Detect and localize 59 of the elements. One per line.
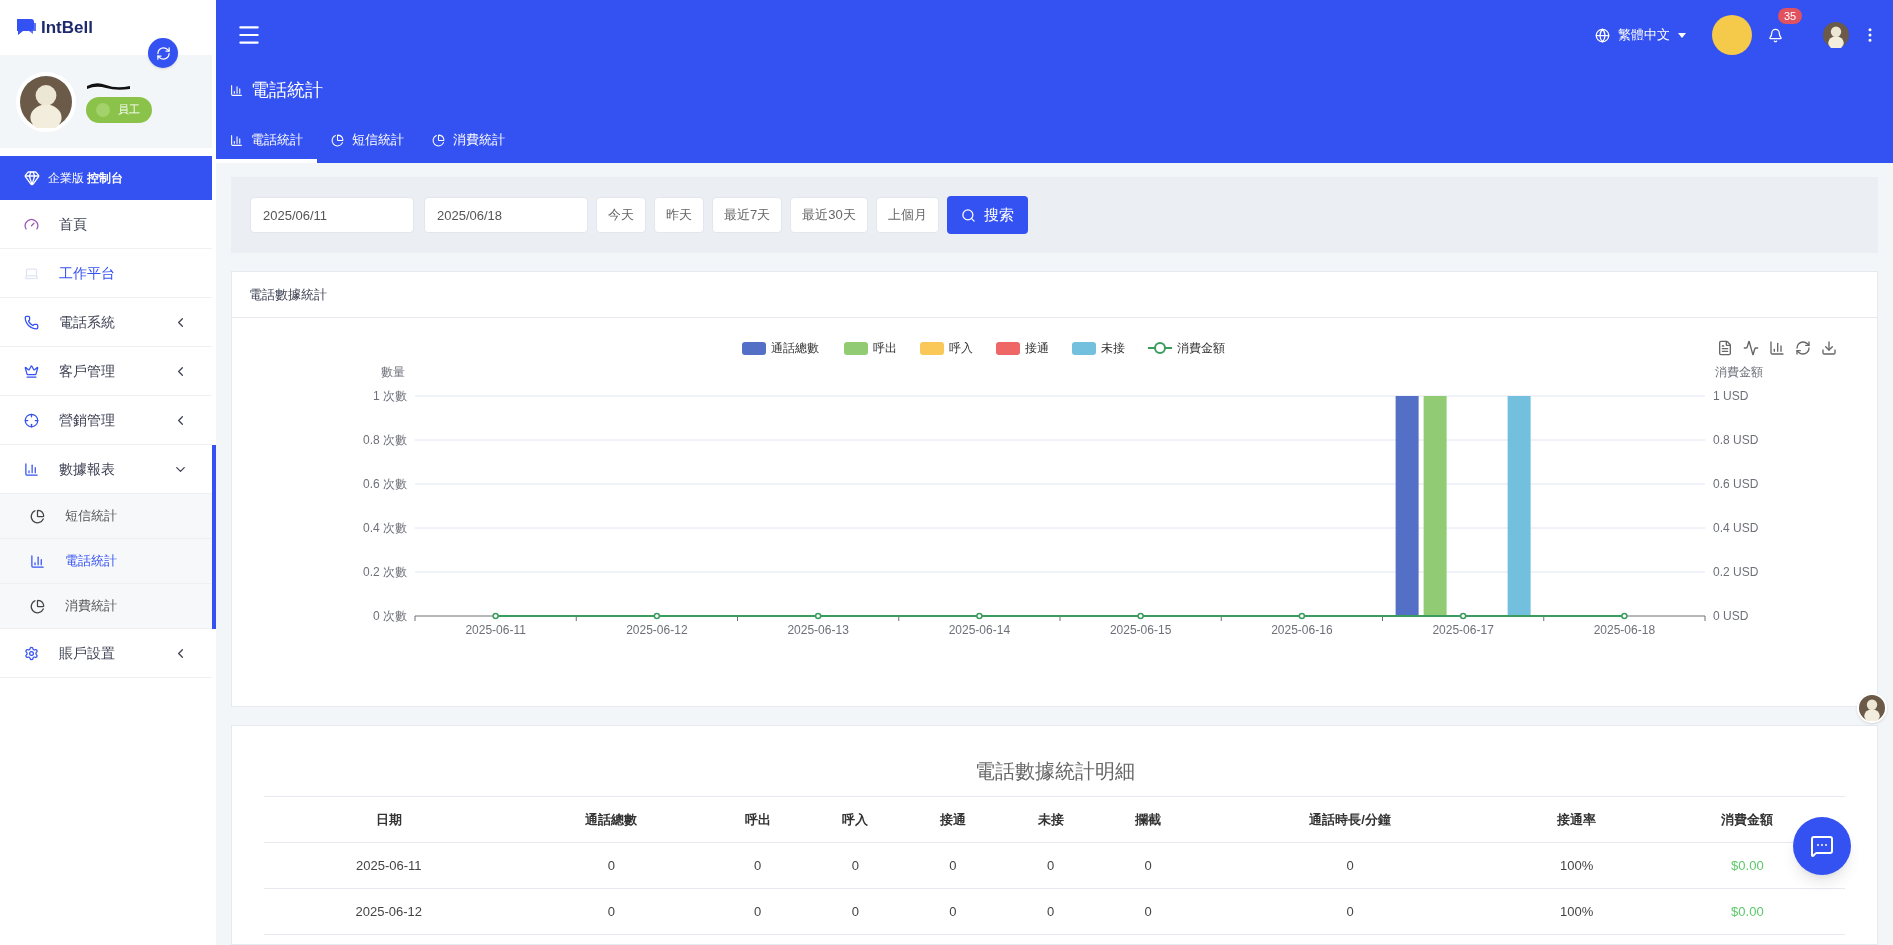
column-header: 呼入 xyxy=(806,796,905,843)
table-cell: 0 xyxy=(1144,857,1152,873)
axis-title: 數量 xyxy=(381,365,405,379)
tick-label: 0.2 USD xyxy=(1713,565,1759,579)
column-header: 日期 xyxy=(264,796,514,843)
column-header: 未接 xyxy=(1001,796,1100,843)
tick-label: 0.6 USD xyxy=(1713,477,1759,491)
table-cell: 0 xyxy=(1046,857,1055,873)
tick-label: 0.6 次數 xyxy=(363,477,407,491)
column-header: 接通率 xyxy=(1503,796,1650,843)
column-header: 呼出 xyxy=(708,796,807,843)
table-cell: 2025-06-11 xyxy=(356,857,422,873)
tick-label: 2025-06-14 xyxy=(948,623,1011,637)
table-cell: 100% xyxy=(1559,903,1594,919)
logo-text: IntBell xyxy=(41,16,93,39)
table-cell: $0.00 xyxy=(1731,903,1764,919)
column-header: 通話時長/分鐘 xyxy=(1196,796,1504,843)
table-cell: 0 xyxy=(1346,903,1354,919)
tick-label: 0.4 次數 xyxy=(363,521,407,535)
tick-label: 0 USD xyxy=(1713,609,1749,623)
tick-label: 2025-06-16 xyxy=(1271,623,1333,637)
column-header: 通話總數 xyxy=(513,796,709,843)
axis-title: 消費金額 xyxy=(1715,365,1763,379)
tick-label: 2025-06-12 xyxy=(626,623,688,637)
table-cell: 0 xyxy=(1346,857,1354,873)
page-title: 電話統計 xyxy=(251,78,323,102)
card-title: 電話數據統計 xyxy=(249,285,327,304)
column-header: 攔截 xyxy=(1099,796,1197,843)
table-cell: 0 xyxy=(949,857,957,873)
table-cell: 0 xyxy=(949,903,957,919)
table-cell: 0 xyxy=(1144,903,1152,919)
table-cell: 0 xyxy=(754,857,762,873)
tick-label: 0.8 USD xyxy=(1713,433,1759,447)
edition-label: 企業版 控制台 xyxy=(48,170,124,187)
tick-label: 2025-06-15 xyxy=(1109,623,1172,637)
tick-label: 1 次數 xyxy=(373,389,407,403)
table-cell: 0 xyxy=(851,903,859,919)
table-cell: 0 xyxy=(851,857,859,873)
tick-label: 0 次數 xyxy=(373,609,407,623)
tick-label: 2025-06-17 xyxy=(1432,623,1494,637)
tick-label: 2025-06-18 xyxy=(1593,623,1656,637)
table-cell: 2025-06-12 xyxy=(355,903,423,919)
notification-badge: 35 xyxy=(1778,7,1803,24)
tick-label: 2025-06-11 xyxy=(465,623,526,637)
table-cell: 0 xyxy=(607,903,615,919)
table-cell: 0 xyxy=(1046,903,1055,919)
role-badge: 員工 xyxy=(86,96,152,123)
column-header: 接通 xyxy=(904,796,1002,843)
table-title: 電話數據統計明細 xyxy=(974,760,1135,782)
tick-label: 1 USD xyxy=(1713,389,1749,403)
table-cell: $0.00 xyxy=(1731,857,1764,873)
tick-label: 2025-06-13 xyxy=(787,623,849,637)
tick-label: 0.8 次數 xyxy=(363,433,407,447)
table-cell: 100% xyxy=(1559,857,1594,873)
table-cell: 0 xyxy=(754,903,762,919)
tick-label: 0.4 USD xyxy=(1713,521,1759,535)
tick-label: 0.2 次數 xyxy=(363,565,407,579)
column-header: 消費金額 xyxy=(1649,796,1845,843)
table-cell: 0 xyxy=(607,857,615,873)
